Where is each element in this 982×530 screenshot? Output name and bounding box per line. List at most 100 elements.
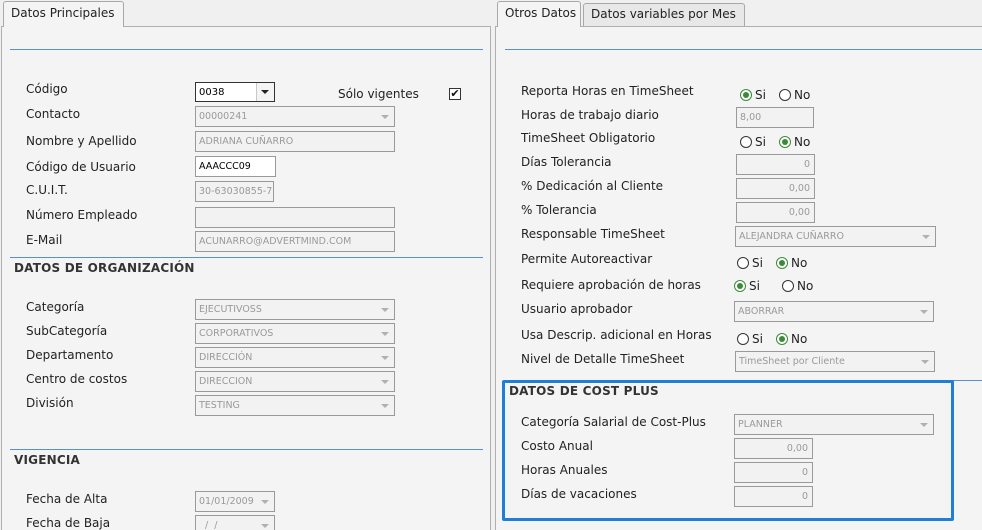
numero-empleado-field[interactable] [195, 207, 395, 228]
costo-anual-field[interactable]: 0,00 [734, 438, 813, 459]
departamento-label: Departamento [26, 348, 114, 362]
permite-autoreactivar-label: Permite Autoreactivar [521, 252, 653, 266]
horas-anuales-label: Horas Anuales [521, 463, 608, 477]
right-top-rule [505, 49, 982, 50]
org-rule [10, 257, 483, 258]
categoria-salarial-select[interactable]: PLANNER [734, 414, 934, 435]
requiere-aprobacion-si-radio[interactable] [734, 280, 746, 292]
permite-autoreactivar-si-radio[interactable] [737, 257, 749, 269]
horas-anuales-field[interactable]: 0 [734, 462, 813, 483]
email-label: E-Mail [26, 233, 63, 247]
codigo-label: Código [26, 82, 68, 96]
chevron-down-icon [381, 115, 389, 119]
responsable-select[interactable]: ALEJANDRA CUÑARRO [735, 226, 936, 247]
codigo-value: 0038 [199, 87, 225, 98]
solo-vigentes-label: Sólo vigentes [338, 87, 419, 101]
usuario-aprobador-value: ABORRAR [738, 306, 785, 317]
departamento-value: DIRECCIÓN [199, 352, 253, 363]
chevron-down-icon [920, 310, 928, 314]
nivel-detalle-label: Nivel de Detalle TimeSheet [521, 352, 685, 366]
division-select[interactable]: TESTING [195, 395, 395, 416]
requiere-aprobacion-no-radio[interactable] [782, 280, 794, 292]
cost-plus-section-title: DATOS DE COST PLUS [509, 384, 659, 398]
categoria-label: Categoría [26, 300, 85, 314]
dias-vacaciones-field[interactable]: 0 [734, 486, 813, 507]
codigo-usuario-label: Código de Usuario [26, 160, 136, 174]
centro-costos-label: Centro de costos [26, 372, 128, 386]
chevron-down-icon [920, 423, 928, 427]
timesheet-obligatorio-si-label: Si [755, 135, 766, 149]
categoria-salarial-label: Categoría Salarial de Cost-Plus [521, 415, 706, 429]
nivel-detalle-value: TimeSheet por Cliente [739, 356, 845, 367]
numero-empleado-label: Número Empleado [26, 208, 138, 222]
email-field[interactable]: ACUNARRO@ADVERTMIND.COM [195, 231, 395, 252]
chevron-down-icon [381, 332, 389, 336]
cuit-label: C.U.I.T. [26, 183, 68, 197]
usuario-aprobador-select[interactable]: ABORRAR [734, 301, 934, 322]
timesheet-obligatorio-label: TimeSheet Obligatorio [521, 131, 656, 145]
chevron-down-icon [261, 90, 269, 94]
fecha-baja-select[interactable]: / / [195, 515, 275, 530]
timesheet-obligatorio-si-radio[interactable] [740, 136, 752, 148]
subcategoria-value: CORPORATIVOS [199, 328, 274, 339]
fecha-baja-label: Fecha de Baja [26, 516, 111, 530]
timesheet-obligatorio-no-label: No [794, 135, 811, 149]
reporta-horas-si-label: Si [755, 88, 766, 102]
contacto-select[interactable]: 00000241 [195, 106, 395, 127]
categoria-select[interactable]: EJECUTIVOSS [195, 299, 395, 320]
chevron-down-icon [381, 308, 389, 312]
tab-datos-variables[interactable]: Datos variables por Mes [583, 3, 745, 26]
usa-descrip-si-radio[interactable] [737, 333, 749, 345]
centro-costos-select[interactable]: DIRECCION [195, 371, 395, 392]
dias-tolerancia-field[interactable]: 0 [736, 154, 815, 175]
timesheet-obligatorio-no-radio[interactable] [779, 136, 791, 148]
subcategoria-select[interactable]: CORPORATIVOS [195, 323, 395, 344]
categoria-salarial-value: PLANNER [738, 419, 783, 430]
division-value: TESTING [199, 400, 240, 411]
permite-autoreactivar-si-label: Si [752, 256, 763, 270]
reporta-horas-si-radio[interactable] [740, 89, 752, 101]
vigencia-rule [10, 449, 483, 450]
tab-datos-principales[interactable]: Datos Principales [3, 1, 124, 27]
division-label: División [26, 396, 74, 410]
contacto-value: 00000241 [199, 111, 248, 122]
categoria-value: EJECUTIVOSS [199, 304, 262, 315]
vigencia-section-title: VIGENCIA [14, 453, 81, 467]
chevron-down-icon [261, 524, 269, 528]
usa-descrip-no-radio[interactable] [776, 333, 788, 345]
usuario-aprobador-label: Usuario aprobador [521, 302, 633, 316]
tab-otros-datos[interactable]: Otros Datos [497, 1, 581, 27]
responsable-label: Responsable TimeSheet [521, 227, 665, 241]
horas-diario-label: Horas de trabajo diario [521, 108, 659, 122]
dias-tolerancia-label: Días Tolerancia [521, 155, 612, 169]
org-section-title: DATOS DE ORGANIZACIÓN [14, 261, 195, 275]
chevron-down-icon [381, 356, 389, 360]
dedicacion-cliente-field[interactable]: 0,00 [736, 178, 815, 199]
fecha-alta-select[interactable]: 01/01/2009 [195, 491, 275, 512]
codigo-dropdown-button[interactable] [256, 83, 274, 101]
dias-vacaciones-label: Días de vacaciones [521, 487, 637, 501]
horas-diario-field[interactable]: 8,00 [736, 107, 814, 128]
usa-descrip-label: Usa Descrip. adicional en Horas [521, 328, 712, 342]
permite-autoreactivar-no-radio[interactable] [776, 257, 788, 269]
departamento-select[interactable]: DIRECCIÓN [195, 347, 395, 368]
nivel-detalle-select[interactable]: TimeSheet por Cliente [735, 351, 935, 372]
centro-costos-value: DIRECCION [199, 376, 253, 387]
tolerancia-field[interactable]: 0,00 [736, 202, 815, 223]
dedicacion-cliente-label: % Dedicación al Cliente [521, 179, 664, 193]
solo-vigentes-checkbox[interactable]: ✔ [449, 88, 461, 100]
fecha-baja-value: / / [199, 520, 218, 530]
left-top-rule [10, 49, 483, 50]
permite-autoreactivar-no-label: No [791, 256, 808, 270]
usa-descrip-si-label: Si [752, 332, 763, 346]
reporta-horas-no-radio[interactable] [779, 89, 791, 101]
codigo-select[interactable]: 0038 [195, 82, 275, 102]
cuit-field[interactable]: 30-63030855-7 [195, 181, 274, 202]
requiere-aprobacion-no-label: No [797, 279, 814, 293]
nombre-field[interactable]: ADRIANA CUÑARRO [195, 131, 395, 152]
subcategoria-label: SubCategoría [26, 324, 108, 338]
costo-anual-label: Costo Anual [521, 439, 593, 453]
usa-descrip-no-label: No [791, 332, 808, 346]
codigo-usuario-field[interactable]: AAACCC09 [195, 156, 276, 177]
reporta-horas-label: Reporta Horas en TimeSheet [521, 84, 694, 98]
